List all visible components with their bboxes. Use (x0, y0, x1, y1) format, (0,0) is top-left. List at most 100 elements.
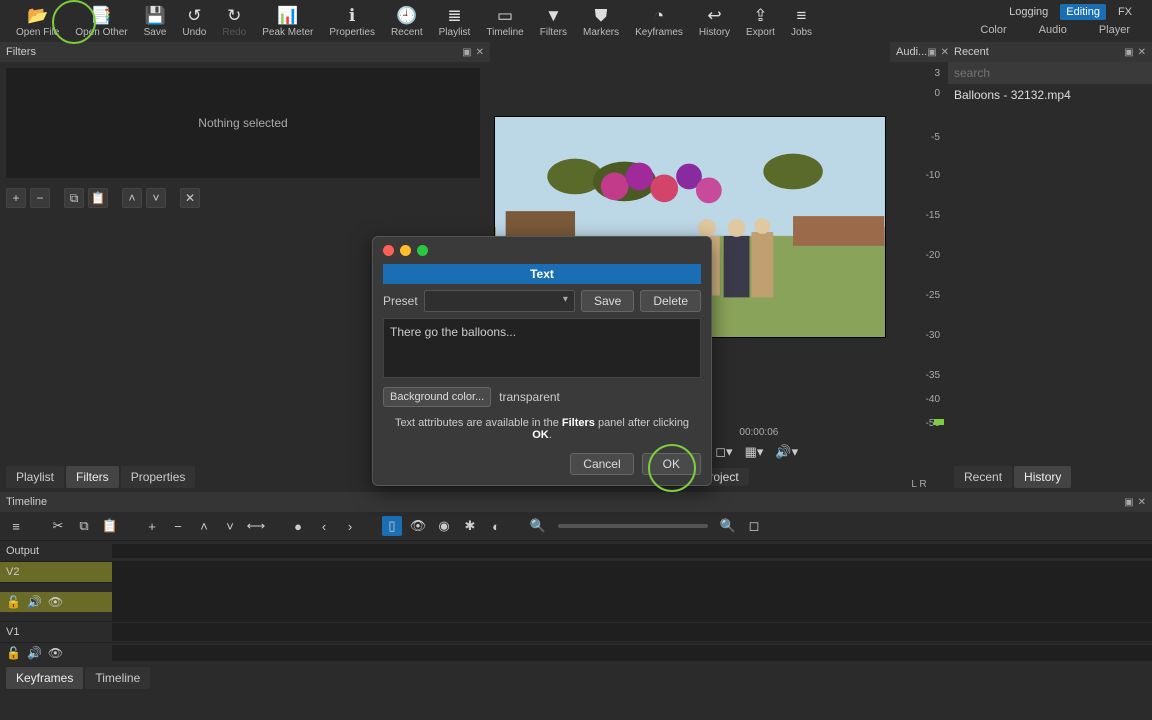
mute-icon[interactable]: 🔊 (27, 595, 42, 609)
open-file-button[interactable]: 📂Open File (8, 4, 67, 40)
tab-timeline[interactable]: Timeline (85, 667, 150, 689)
open-other-button[interactable]: 📑Open Other (67, 4, 135, 40)
ripple-all-button[interactable]: ✱ (460, 516, 480, 536)
export-button[interactable]: ⇪Export (738, 4, 783, 40)
playlist-button[interactable]: ≣Playlist (431, 4, 479, 40)
audio-tick: -10 (926, 170, 940, 181)
timeline-menu-button[interactable]: ≡ (6, 516, 26, 536)
ok-button[interactable]: OK (642, 453, 701, 475)
dialog-title: Text (383, 264, 701, 284)
submode-color[interactable]: Color (980, 24, 1006, 36)
zoom-slider[interactable] (558, 524, 708, 528)
history-button[interactable]: ↩History (691, 4, 738, 40)
tab-playlist[interactable]: Playlist (6, 466, 64, 488)
tab-properties[interactable]: Properties (121, 466, 196, 488)
remove-button[interactable]: − (168, 516, 188, 536)
move-up-button[interactable]: ˄ (122, 188, 142, 208)
lock-icon[interactable]: 🔓 (6, 646, 21, 660)
mode-editing[interactable]: Editing (1060, 4, 1106, 20)
ripple-button[interactable]: ◉ (434, 516, 454, 536)
close-panel-icon[interactable]: ✕ (1138, 497, 1146, 508)
redo-icon: ↻ (227, 7, 241, 24)
submode-audio[interactable]: Audio (1039, 24, 1067, 36)
zoom-in-button[interactable]: 🔍 (718, 516, 738, 536)
cut-button[interactable]: ✂ (48, 516, 68, 536)
undock-icon[interactable]: ▣ (1124, 497, 1133, 508)
background-color-value: transparent (499, 390, 560, 404)
mode-logging[interactable]: Logging (1003, 4, 1054, 20)
recent-panel-header: Recent ▣✕ (948, 42, 1152, 62)
close-window-button[interactable] (383, 245, 394, 256)
next-marker-button[interactable]: › (340, 516, 360, 536)
overwrite-button[interactable]: ˅ (220, 516, 240, 536)
lock-icon[interactable]: 🔓 (6, 595, 21, 609)
track-v2-label: V2 (0, 562, 112, 582)
close-panel-icon[interactable]: ✕ (476, 47, 484, 58)
track-v2-lane[interactable] (112, 562, 1152, 582)
marker-button[interactable]: ● (288, 516, 308, 536)
paste-button[interactable]: 📋 (100, 516, 120, 536)
bottom-tab-row: Keyframes Timeline (0, 663, 1152, 693)
undock-icon[interactable]: ▣ (462, 47, 471, 58)
track-output-lane[interactable] (112, 544, 1152, 558)
preset-delete-button[interactable]: Delete (640, 290, 701, 312)
volume-button[interactable]: 🔊▾ (772, 444, 801, 460)
prev-marker-button[interactable]: ‹ (314, 516, 334, 536)
background-color-button[interactable]: Background color... (383, 387, 491, 407)
undock-icon[interactable]: ▣ (927, 47, 936, 58)
minimize-window-button[interactable] (400, 245, 411, 256)
maximize-window-button[interactable] (417, 245, 428, 256)
undo-button[interactable]: ↺Undo (174, 4, 214, 40)
split-button[interactable]: ⟷ (246, 516, 266, 536)
append-button[interactable]: + (142, 516, 162, 536)
tab-recent[interactable]: Recent (954, 466, 1012, 488)
properties-button[interactable]: ℹProperties (321, 4, 383, 40)
timeline-button[interactable]: ▭Timeline (478, 4, 531, 40)
hide-icon[interactable]: 👁 (48, 595, 63, 609)
preset-save-button[interactable]: Save (581, 290, 634, 312)
jobs-button[interactable]: ≡Jobs (783, 4, 820, 40)
scrub-button[interactable]: 👁 (408, 516, 428, 536)
zoom-out-button[interactable]: 🔍 (528, 516, 548, 536)
tab-history[interactable]: History (1014, 466, 1071, 488)
keyframes-button[interactable]: ◔Keyframes (627, 4, 691, 40)
snap-button[interactable]: ▯ (382, 516, 402, 536)
zoom-fit-button[interactable]: ◻▾ (712, 444, 735, 460)
cancel-button[interactable]: Cancel (570, 453, 633, 475)
recent-search-input[interactable] (948, 62, 1152, 84)
tab-filters[interactable]: Filters (66, 466, 119, 488)
preset-select[interactable] (424, 290, 575, 312)
save-button[interactable]: 💾Save (136, 4, 175, 40)
track-v1-lane-body[interactable] (112, 645, 1152, 661)
mode-fx[interactable]: FX (1112, 4, 1138, 20)
zoom-fit-timeline-button[interactable]: ◻ (744, 516, 764, 536)
ripple-markers-button[interactable]: ◐ (486, 516, 506, 536)
copy-filter-button[interactable]: ⧉ (64, 188, 84, 208)
submode-player[interactable]: Player (1099, 24, 1130, 36)
text-input[interactable] (383, 318, 701, 378)
tab-keyframes[interactable]: Keyframes (6, 667, 83, 689)
open-other-icon: 📑 (91, 7, 112, 24)
close-panel-icon[interactable]: ✕ (1138, 47, 1146, 58)
mute-icon[interactable]: 🔊 (27, 646, 42, 660)
undock-icon[interactable]: ▣ (1124, 47, 1133, 58)
filters-panel-title: Filters (6, 46, 36, 58)
lift-button[interactable]: ˄ (194, 516, 214, 536)
audio-tick: -20 (926, 250, 940, 261)
move-down-button[interactable]: ˅ (146, 188, 166, 208)
recent-item[interactable]: Balloons - 32132.mp4 (948, 84, 1152, 106)
track-v2-lane-body[interactable] (112, 583, 1152, 621)
clear-filter-button[interactable]: ✕ (180, 188, 200, 208)
grid-button[interactable]: ▦▾ (742, 444, 767, 460)
remove-filter-button[interactable]: − (30, 188, 50, 208)
filters-button[interactable]: ▼Filters (532, 4, 575, 40)
markers-button[interactable]: ⛊Markers (575, 4, 627, 40)
recent-button[interactable]: 🕘Recent (383, 4, 431, 40)
redo-button[interactable]: ↻Redo (214, 4, 254, 40)
track-v1-lane[interactable] (112, 623, 1152, 641)
paste-filter-button[interactable]: 📋 (88, 188, 108, 208)
peak-meter-button[interactable]: 📊Peak Meter (254, 4, 321, 40)
add-filter-button[interactable]: + (6, 188, 26, 208)
hide-icon[interactable]: 👁 (48, 646, 63, 660)
copy-button[interactable]: ⧉ (74, 516, 94, 536)
